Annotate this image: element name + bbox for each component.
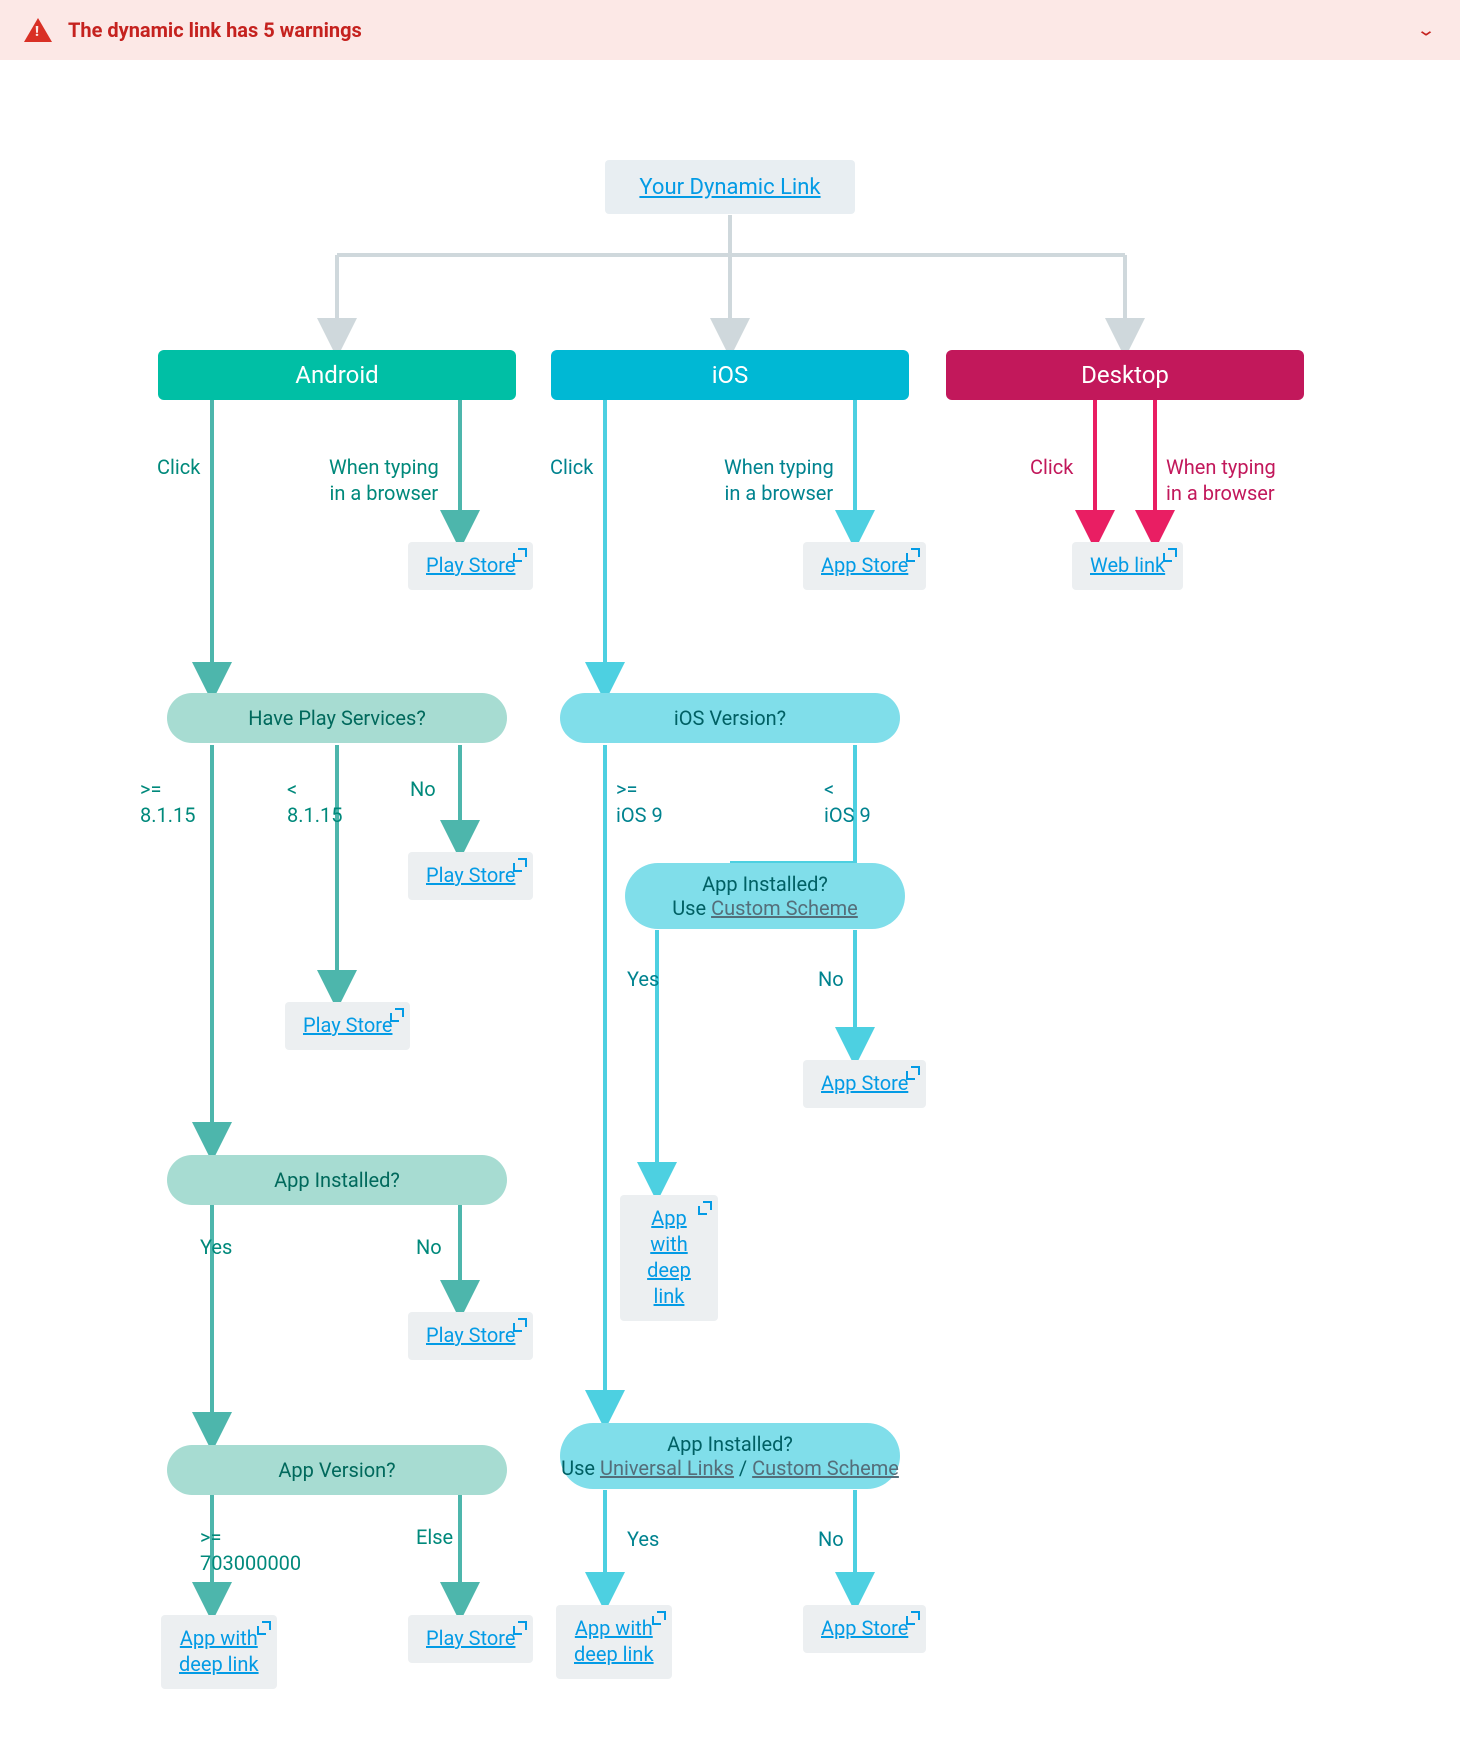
edge-no-ios-ul: No bbox=[818, 1526, 844, 1552]
edge-gte-version: >= 703000000 bbox=[200, 1524, 301, 1576]
root-link[interactable]: Your Dynamic Link bbox=[639, 175, 820, 200]
root-dynamic-link[interactable]: Your Dynamic Link bbox=[605, 160, 855, 214]
edge-no-ios-cs: No bbox=[818, 966, 844, 992]
edge-yes-ios-ul: Yes bbox=[627, 1526, 659, 1552]
decision-app-installed-android: App Installed? bbox=[167, 1155, 507, 1205]
decision-title: App Installed? bbox=[667, 1432, 793, 1456]
endpoint-appstore-cs-no[interactable]: App Store bbox=[803, 1060, 926, 1108]
appstore-link[interactable]: App Store bbox=[821, 1615, 908, 1641]
endpoint-appdeep-cs-yes[interactable]: App withdeep link bbox=[620, 1195, 718, 1321]
edge-yes-ios-cs: Yes bbox=[627, 966, 659, 992]
playstore-link[interactable]: Play Store bbox=[303, 1012, 392, 1038]
decision-ios-version: iOS Version? bbox=[560, 693, 900, 743]
weblink-link[interactable]: Web link bbox=[1090, 552, 1165, 578]
appstore-link[interactable]: App Store bbox=[821, 1070, 908, 1096]
endpoint-appdeep-ul-yes[interactable]: App withdeep link bbox=[556, 1605, 672, 1679]
endpoint-playstore-notinstalled[interactable]: Play Store bbox=[408, 1312, 533, 1360]
edge-desktop-typing: When typing in a browser bbox=[1166, 454, 1276, 506]
edge-lt-ios9: < iOS 9 bbox=[824, 776, 871, 828]
endpoint-appstore-typing[interactable]: App Store bbox=[803, 542, 926, 590]
playstore-link[interactable]: Play Store bbox=[426, 1625, 515, 1651]
endpoint-weblink[interactable]: Web link bbox=[1072, 542, 1183, 590]
edge-android-click: Click bbox=[157, 454, 200, 480]
app-deeplink-link[interactable]: App withdeep link bbox=[638, 1205, 700, 1309]
endpoint-playstore-else[interactable]: Play Store bbox=[408, 1615, 533, 1663]
playstore-link[interactable]: Play Store bbox=[426, 552, 515, 578]
appstore-link[interactable]: App Store bbox=[821, 552, 908, 578]
platform-ios: iOS bbox=[551, 350, 909, 400]
warning-banner[interactable]: The dynamic link has 5 warnings ⌄ bbox=[0, 0, 1460, 60]
playstore-link[interactable]: Play Store bbox=[426, 862, 515, 888]
decision-have-play-services: Have Play Services? bbox=[167, 693, 507, 743]
decision-app-installed-customscheme: App Installed? Use Custom Scheme bbox=[625, 863, 905, 929]
decision-app-installed-ulcs: App Installed? Use Universal Links / Cus… bbox=[560, 1423, 900, 1489]
warning-icon bbox=[24, 18, 52, 42]
app-deeplink-link[interactable]: App withdeep link bbox=[179, 1625, 259, 1677]
edge-no-ps: No bbox=[410, 776, 436, 802]
edge-android-typing: When typing in a browser bbox=[329, 454, 439, 506]
edge-gte-8115: >= 8.1.15 bbox=[140, 776, 196, 828]
edge-else: Else bbox=[416, 1524, 453, 1550]
endpoint-playstore-lt[interactable]: Play Store bbox=[285, 1002, 410, 1050]
edge-ios-click: Click bbox=[550, 454, 593, 480]
app-deeplink-link[interactable]: App withdeep link bbox=[574, 1615, 654, 1667]
edge-gte-ios9: >= iOS 9 bbox=[616, 776, 663, 828]
endpoint-appstore-ul-no[interactable]: App Store bbox=[803, 1605, 926, 1653]
warning-text: The dynamic link has 5 warnings bbox=[68, 18, 1400, 42]
flowchart-canvas: Your Dynamic Link Android iOS Desktop Cl… bbox=[0, 60, 1460, 1750]
edge-yes-android-installed: Yes bbox=[200, 1234, 232, 1260]
endpoint-appdeep-android[interactable]: App withdeep link bbox=[161, 1615, 277, 1689]
edge-lt-8115: < 8.1.15 bbox=[287, 776, 343, 828]
edge-ios-typing: When typing in a browser bbox=[724, 454, 834, 506]
decision-title: App Installed? bbox=[702, 872, 828, 896]
endpoint-playstore-nops[interactable]: Play Store bbox=[408, 852, 533, 900]
platform-android: Android bbox=[158, 350, 516, 400]
chevron-down-icon[interactable]: ⌄ bbox=[1416, 20, 1436, 40]
decision-app-version: App Version? bbox=[167, 1445, 507, 1495]
edge-no-android-installed: No bbox=[416, 1234, 442, 1260]
decision-sub: Use Universal Links / Custom Scheme bbox=[561, 1456, 899, 1480]
playstore-link[interactable]: Play Store bbox=[426, 1322, 515, 1348]
endpoint-playstore-typing[interactable]: Play Store bbox=[408, 542, 533, 590]
platform-desktop: Desktop bbox=[946, 350, 1304, 400]
edge-desktop-click: Click bbox=[1030, 454, 1073, 480]
decision-sub: Use Custom Scheme bbox=[672, 896, 858, 920]
